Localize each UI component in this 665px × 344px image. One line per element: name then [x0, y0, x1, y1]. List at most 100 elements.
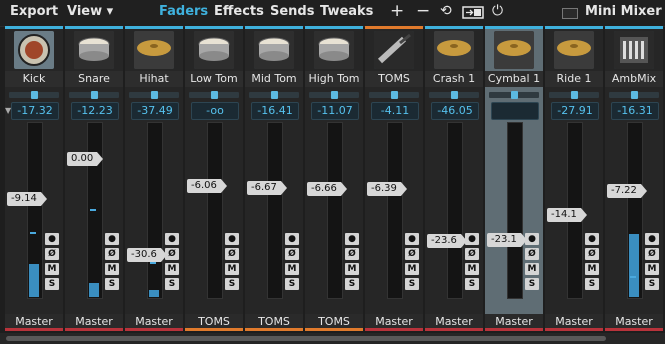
- channel-strip[interactable]: Crash 1 -46.05 -23.6 ● Ø M S Master: [425, 26, 483, 331]
- mic-cable-icon[interactable]: [374, 31, 414, 69]
- pan-slider[interactable]: [249, 91, 299, 99]
- phase-button[interactable]: Ø: [225, 248, 239, 260]
- pan-slider[interactable]: [189, 91, 239, 99]
- volume-readout[interactable]: -12.23: [71, 102, 119, 120]
- pan-slider[interactable]: [549, 91, 599, 99]
- mute-button[interactable]: M: [465, 263, 479, 275]
- snare-drum-icon[interactable]: [74, 31, 114, 69]
- phase-button[interactable]: Ø: [525, 248, 539, 260]
- fader-cap[interactable]: -23.6: [427, 234, 467, 248]
- mute-button[interactable]: M: [165, 263, 179, 275]
- pan-slider[interactable]: [609, 91, 659, 99]
- record-button[interactable]: ●: [345, 233, 359, 245]
- output-routing[interactable]: TOMS: [245, 314, 303, 329]
- phase-button[interactable]: Ø: [465, 248, 479, 260]
- tab-faders[interactable]: Faders: [159, 4, 208, 19]
- fader-cap[interactable]: -30.6: [127, 248, 167, 262]
- mixer-icon[interactable]: [614, 31, 654, 69]
- record-button[interactable]: ●: [585, 233, 599, 245]
- pan-knob[interactable]: [391, 91, 398, 99]
- channel-strip[interactable]: Mid Tom -16.41 -6.67 ● Ø M S TOMS: [245, 26, 303, 331]
- solo-button[interactable]: S: [165, 278, 179, 290]
- record-button[interactable]: ●: [465, 233, 479, 245]
- pan-slider[interactable]: [369, 91, 419, 99]
- fader-track[interactable]: [507, 122, 523, 299]
- solo-button[interactable]: S: [525, 278, 539, 290]
- mute-button[interactable]: M: [525, 263, 539, 275]
- fader-cap[interactable]: 0.00: [67, 152, 104, 166]
- fader-cap[interactable]: -14.1: [547, 208, 587, 222]
- volume-readout[interactable]: -4.11: [371, 102, 419, 120]
- pan-slider[interactable]: [69, 91, 119, 99]
- fader-track[interactable]: [387, 122, 403, 299]
- output-routing[interactable]: TOMS: [185, 314, 243, 329]
- pan-knob[interactable]: [331, 91, 338, 99]
- fader-cap[interactable]: -6.67: [247, 181, 287, 195]
- record-button[interactable]: ●: [525, 233, 539, 245]
- power-icon[interactable]: ⏻: [492, 3, 503, 19]
- fader-cap[interactable]: -6.06: [187, 179, 227, 193]
- volume-readout[interactable]: -11.07: [311, 102, 359, 120]
- solo-button[interactable]: S: [585, 278, 599, 290]
- channel-name[interactable]: TOMS: [365, 71, 423, 87]
- ride-cymbal-icon[interactable]: [554, 31, 594, 69]
- volume-readout[interactable]: -16.41: [251, 102, 299, 120]
- phase-button[interactable]: Ø: [285, 248, 299, 260]
- solo-button[interactable]: S: [285, 278, 299, 290]
- pan-slider[interactable]: [129, 91, 179, 99]
- output-routing[interactable]: Master: [485, 314, 543, 329]
- kick-drum-icon[interactable]: [14, 31, 54, 69]
- channel-strip[interactable]: Ride 1 -27.91 -14.1 ● Ø M S Master: [545, 26, 603, 331]
- output-routing[interactable]: Master: [425, 314, 483, 329]
- channel-strip[interactable]: Low Tom -oo -6.06 ● Ø M S TOMS: [185, 26, 243, 331]
- volume-readout[interactable]: -oo: [191, 102, 239, 120]
- channel-name[interactable]: Cymbal 1: [485, 71, 543, 87]
- channel-name[interactable]: High Tom: [305, 71, 363, 87]
- solo-button[interactable]: S: [465, 278, 479, 290]
- cymbal-icon[interactable]: [494, 31, 534, 69]
- crash-cymbal-icon[interactable]: [434, 31, 474, 69]
- tab-effects[interactable]: Effects: [214, 4, 264, 19]
- record-button[interactable]: ●: [225, 233, 239, 245]
- channel-strip[interactable]: AmbMix -16.31 -7.22 ● Ø M S Master: [605, 26, 663, 331]
- channel-strip[interactable]: Hihat -37.49 -30.6 ● Ø M S Master: [125, 26, 183, 331]
- phase-button[interactable]: Ø: [345, 248, 359, 260]
- channel-name[interactable]: Snare: [65, 71, 123, 87]
- mute-button[interactable]: M: [405, 263, 419, 275]
- volume-readout[interactable]: [491, 102, 539, 120]
- mute-button[interactable]: M: [585, 263, 599, 275]
- high-tom-icon[interactable]: [314, 31, 354, 69]
- channel-strip[interactable]: High Tom -11.07 -6.66 ● Ø M S TOMS: [305, 26, 363, 331]
- channel-name[interactable]: Hihat: [125, 71, 183, 87]
- channel-name[interactable]: Kick: [5, 71, 63, 87]
- solo-button[interactable]: S: [225, 278, 239, 290]
- mute-button[interactable]: M: [105, 263, 119, 275]
- export-menu[interactable]: Export: [10, 4, 58, 19]
- mute-button[interactable]: M: [645, 263, 659, 275]
- output-routing[interactable]: Master: [545, 314, 603, 329]
- swap-icon[interactable]: [462, 6, 484, 23]
- record-button[interactable]: ●: [645, 233, 659, 245]
- pan-knob[interactable]: [571, 91, 578, 99]
- mute-button[interactable]: M: [225, 263, 239, 275]
- tab-tweaks[interactable]: Tweaks: [320, 4, 373, 19]
- pan-slider[interactable]: [9, 91, 59, 99]
- fader-track[interactable]: [267, 122, 283, 299]
- pan-slider[interactable]: [309, 91, 359, 99]
- phase-button[interactable]: Ø: [165, 248, 179, 260]
- solo-button[interactable]: S: [405, 278, 419, 290]
- pan-knob[interactable]: [211, 91, 218, 99]
- output-routing[interactable]: Master: [65, 314, 123, 329]
- volume-readout[interactable]: -46.05: [431, 102, 479, 120]
- record-button[interactable]: ●: [105, 233, 119, 245]
- fader-track[interactable]: [147, 122, 163, 299]
- mini-mixer-label[interactable]: Mini Mixer: [585, 4, 662, 19]
- record-button[interactable]: ●: [165, 233, 179, 245]
- fader-cap[interactable]: -6.66: [307, 182, 347, 196]
- mute-button[interactable]: M: [45, 263, 59, 275]
- tab-sends[interactable]: Sends: [270, 4, 314, 19]
- output-routing[interactable]: Master: [365, 314, 423, 329]
- channel-name[interactable]: Low Tom: [185, 71, 243, 87]
- horizontal-scrollbar[interactable]: [0, 333, 665, 344]
- output-routing[interactable]: Master: [605, 314, 663, 329]
